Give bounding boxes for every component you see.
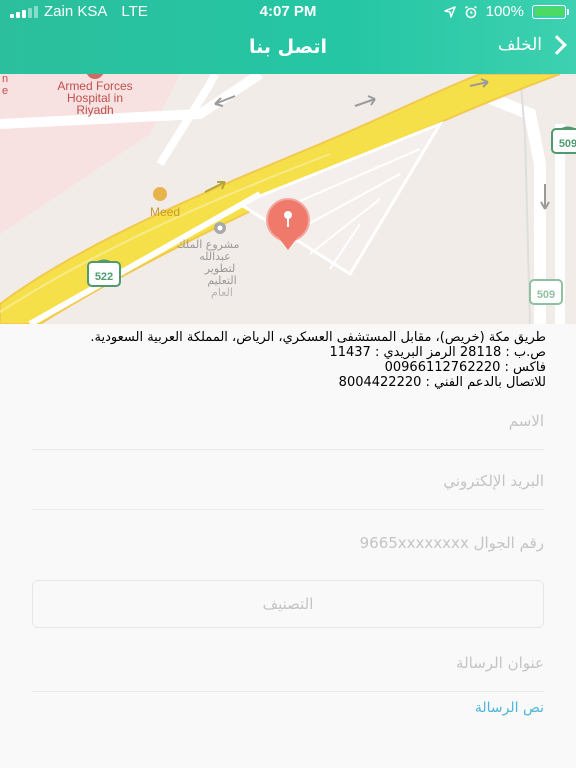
name-input[interactable]	[32, 392, 544, 449]
fax-line: فاكس : 00966112762220	[384, 360, 546, 375]
email-field-row	[32, 452, 544, 510]
road-label-509-bottom: 509	[537, 289, 555, 301]
address-line: طريق مكة (خريص)، مقابل المستشفى العسكري،…	[90, 330, 546, 345]
road-label-522: 522	[95, 271, 113, 283]
email-input[interactable]	[32, 452, 544, 509]
contact-address: طريق مكة (خريص)، مقابل المستشفى العسكري،…	[26, 330, 546, 390]
battery-icon	[532, 4, 569, 19]
header-bar: Zain KSA LTE 4:07 PM 100% اتصل بنا الخلف	[0, 0, 576, 74]
page-title: اتصل بنا	[249, 36, 327, 58]
map-view[interactable]: Armed Forces Hospital in Riyadh n e Meed…	[0, 74, 576, 324]
map-label-project-5: العام	[211, 286, 233, 299]
back-button[interactable]: الخلف	[497, 35, 567, 55]
category-placeholder: التصنيف	[262, 595, 314, 613]
alarm-icon	[464, 5, 477, 18]
subject-input[interactable]	[32, 634, 544, 691]
nav-bar: اتصل بنا الخلف	[0, 26, 576, 72]
category-select[interactable]: التصنيف	[32, 580, 544, 628]
map-label-hospital-3: Riyadh	[76, 103, 113, 117]
battery-percent: 100%	[485, 3, 524, 20]
mobile-field-row	[32, 514, 544, 572]
map-label-meed: Meed	[150, 205, 180, 219]
status-bar: Zain KSA LTE 4:07 PM 100%	[0, 0, 576, 24]
meed-poi-icon	[153, 187, 167, 201]
back-label: الخلف	[497, 35, 542, 55]
name-field-row	[32, 392, 544, 450]
map-canvas: Armed Forces Hospital in Riyadh n e Meed…	[0, 74, 576, 324]
support-line: للاتصال بالدعم الفني : 8004422220	[338, 375, 546, 390]
chevron-right-icon	[547, 35, 567, 55]
postal-line: ص.ب : 28118 الرمز البريدي : 11437	[329, 345, 546, 360]
map-label-edge-e: e	[2, 85, 8, 97]
location-arrow-icon	[443, 5, 456, 18]
road-label-509-top: 509	[559, 138, 576, 150]
subject-field-row	[32, 634, 544, 692]
mobile-input[interactable]	[32, 514, 544, 572]
status-right: 100%	[443, 3, 569, 20]
message-body-link[interactable]: نص الرسالة	[32, 700, 544, 716]
map-label-edge-n: n	[2, 74, 8, 85]
